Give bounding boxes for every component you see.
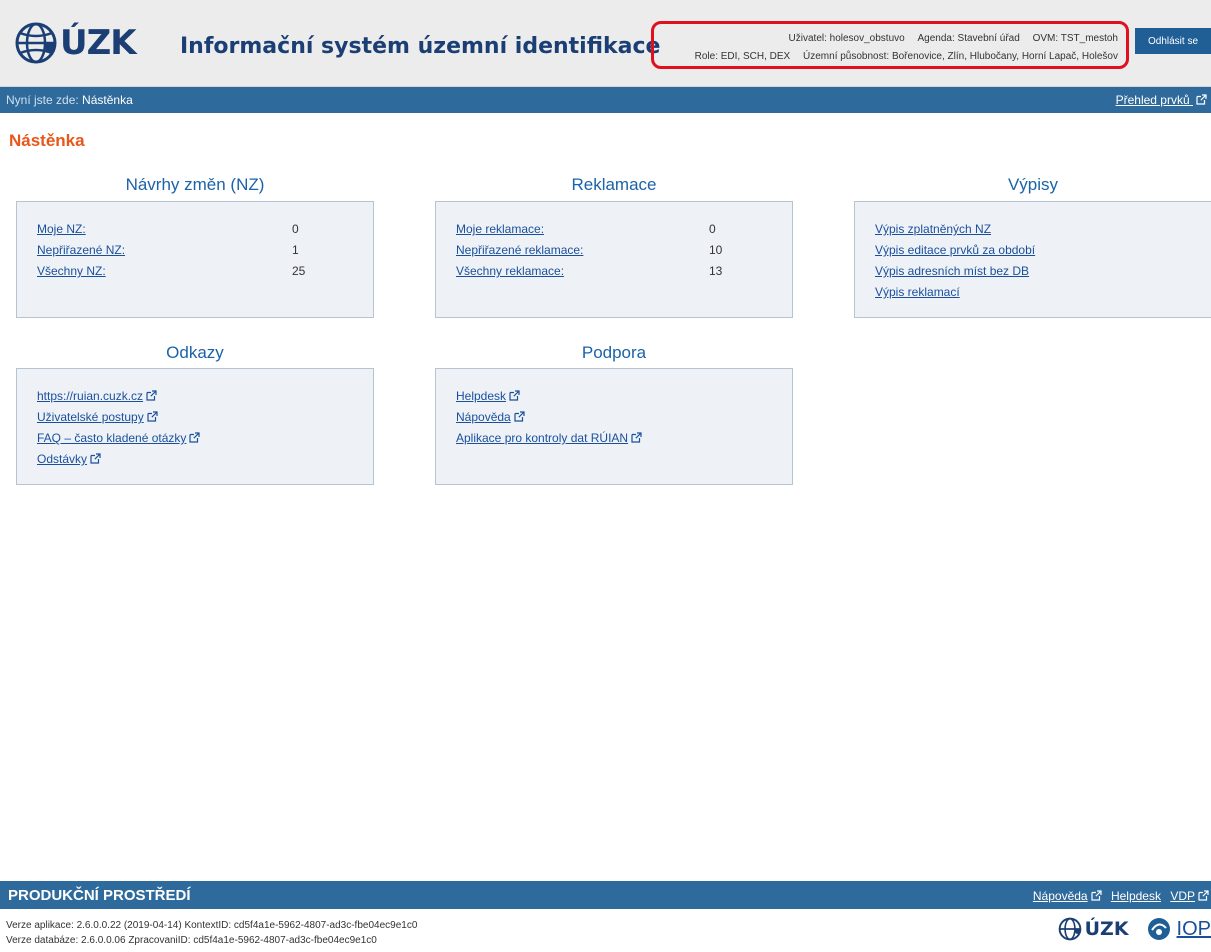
faq-link[interactable]: FAQ – často kladené otázky bbox=[37, 431, 186, 445]
footer-helpdesk-link[interactable]: Helpdesk bbox=[1111, 889, 1161, 903]
external-link-icon bbox=[146, 390, 157, 401]
nz-row-all: Všechny NZ: 25 bbox=[37, 264, 305, 278]
globe-logo-icon bbox=[15, 22, 57, 64]
logout-button[interactable]: Odhlásit se bbox=[1135, 28, 1211, 54]
iss-logo-icon bbox=[1147, 918, 1170, 940]
nz-mine-link[interactable]: Moje NZ: bbox=[37, 222, 86, 236]
card-reklamace: Moje reklamace: 0 Nepřiřazené reklamace:… bbox=[435, 201, 793, 318]
help-link[interactable]: Nápověda bbox=[456, 410, 511, 424]
odkazy-item: Odstávky bbox=[37, 452, 101, 466]
reklamace-all-link[interactable]: Všechny reklamace: bbox=[456, 264, 564, 278]
reklamace-row-all: Všechny reklamace: 13 bbox=[456, 264, 722, 278]
section-title-nz: Návrhy změn (NZ) bbox=[125, 175, 265, 194]
breadcrumb-bar: Nyní jste zde: Nástěnka Přehled prvků bbox=[0, 87, 1211, 113]
section-title-odkazy: Odkazy bbox=[166, 343, 224, 362]
reklamace-unassigned-link[interactable]: Nepřiřazené reklamace: bbox=[456, 243, 583, 257]
external-link-icon bbox=[147, 411, 158, 422]
section-title-vypisy: Výpisy bbox=[1007, 175, 1059, 194]
section-title-reklamace: Reklamace bbox=[571, 175, 657, 194]
element-overview-label: Přehled prvků bbox=[1115, 93, 1190, 107]
vypis-complaints-link[interactable]: Výpis reklamací bbox=[875, 285, 960, 299]
element-overview-link[interactable]: Přehled prvků bbox=[1116, 93, 1207, 107]
ruian-site-link[interactable]: https://ruian.cuzk.cz bbox=[37, 389, 143, 403]
reklamace-mine-link[interactable]: Moje reklamace: bbox=[456, 222, 544, 236]
outages-link[interactable]: Odstávky bbox=[37, 452, 87, 466]
globe-logo-icon bbox=[1058, 917, 1081, 941]
reklamace-all-count: 13 bbox=[709, 264, 723, 278]
footer-help-link[interactable]: Nápověda bbox=[1033, 889, 1102, 903]
user-info-box: Uživatel: holesov_obstuvo Agenda: Staveb… bbox=[651, 21, 1129, 69]
external-link-icon bbox=[90, 453, 101, 464]
section-title-podpora: Podpora bbox=[581, 343, 647, 362]
page-title: Nástěnka bbox=[9, 131, 85, 150]
card-podpora: Helpdesk Nápověda Aplikace pro kontroly … bbox=[435, 368, 793, 485]
vypis-paid-nz-link[interactable]: Výpis zplatněných NZ bbox=[875, 222, 991, 236]
external-link-icon bbox=[1090, 890, 1102, 901]
user-role: Role: EDI, SCH, DEX bbox=[694, 51, 791, 62]
cuzk-logo[interactable]: ÚZK bbox=[14, 18, 137, 68]
vypisy-item: Výpis adresních míst bez DB bbox=[875, 264, 1029, 278]
db-version: Verze databáze: 2.6.0.0.06 ZpracovaniID:… bbox=[6, 935, 377, 946]
app-title: Informační systém územní identifikace bbox=[180, 34, 661, 59]
footer-help-label: Nápověda bbox=[1032, 889, 1088, 903]
vypisy-item: Výpis zplatněných NZ bbox=[875, 222, 991, 236]
user-guides-link[interactable]: Uživatelské postupy bbox=[37, 410, 144, 424]
user-info-line-2: Role: EDI, SCH, DEX Územní působnost: Bo… bbox=[685, 51, 1118, 62]
card-vypisy: Výpis zplatněných NZ Výpis editace prvků… bbox=[854, 201, 1211, 318]
footer-links: Nápověda Helpdesk VDP bbox=[1027, 889, 1209, 903]
external-link-icon bbox=[189, 432, 201, 443]
user-name: Uživatel: holesov_obstuvo bbox=[788, 33, 905, 44]
app-version: Verze aplikace: 2.6.0.0.22 (2019-04-14) … bbox=[6, 920, 418, 931]
ruian-checks-app-link[interactable]: Aplikace pro kontroly dat RÚIAN bbox=[456, 431, 628, 445]
card-odkazy: https://ruian.cuzk.cz Uživatelské postup… bbox=[16, 368, 374, 485]
vypisy-item: Výpis reklamací bbox=[875, 285, 960, 299]
reklamace-row-unassigned: Nepřiřazené reklamace: 10 bbox=[456, 243, 722, 257]
podpora-item: Helpdesk bbox=[456, 389, 520, 403]
footer-logos: ÚZK IOP bbox=[1058, 914, 1211, 944]
reklamace-unassigned-count: 10 bbox=[709, 243, 723, 257]
podpora-item: Nápověda bbox=[456, 410, 525, 424]
external-link-icon bbox=[631, 432, 642, 443]
nz-unassigned-link[interactable]: Nepřiřazené NZ: bbox=[37, 243, 125, 257]
environment-label: PRODUKČNÍ PROSTŘEDÍ bbox=[8, 887, 191, 904]
user-agenda: Agenda: Stavební úřad bbox=[917, 33, 1020, 44]
footer-logo-text: ÚZK bbox=[1084, 918, 1129, 940]
reklamace-mine-count: 0 bbox=[709, 222, 716, 236]
footer-vdp-label: VDP bbox=[1170, 889, 1195, 903]
external-link-icon bbox=[1196, 94, 1207, 105]
vypisy-item: Výpis editace prvků za období bbox=[875, 243, 1035, 257]
external-link-icon bbox=[1198, 890, 1209, 901]
breadcrumb-current: Nástěnka bbox=[82, 93, 133, 107]
breadcrumb: Nyní jste zde: Nástěnka bbox=[6, 93, 133, 107]
breadcrumb-prefix: Nyní jste zde: bbox=[6, 93, 79, 107]
helpdesk-link[interactable]: Helpdesk bbox=[456, 389, 506, 403]
nz-row-unassigned: Nepřiřazené NZ: 1 bbox=[37, 243, 299, 257]
external-link-icon bbox=[509, 390, 520, 401]
nz-mine-count: 0 bbox=[292, 222, 299, 236]
vypis-address-points-link[interactable]: Výpis adresních míst bez DB bbox=[875, 264, 1029, 278]
nz-unassigned-count: 1 bbox=[292, 243, 299, 257]
odkazy-item: https://ruian.cuzk.cz bbox=[37, 389, 157, 403]
vypis-element-edits-link[interactable]: Výpis editace prvků za období bbox=[875, 243, 1035, 257]
odkazy-item: Uživatelské postupy bbox=[37, 410, 158, 424]
logo-text: ÚZK bbox=[60, 23, 137, 63]
odkazy-item: FAQ – často kladené otázky bbox=[37, 431, 201, 445]
nz-all-count: 25 bbox=[292, 264, 306, 278]
external-link-icon bbox=[514, 411, 525, 422]
reklamace-row-mine: Moje reklamace: 0 bbox=[456, 222, 716, 236]
header: ÚZK Informační systém územní identifikac… bbox=[0, 0, 1211, 87]
footer-bar: PRODUKČNÍ PROSTŘEDÍ Nápověda Helpdesk VD… bbox=[0, 881, 1211, 909]
user-info-line-1: Uživatel: holesov_obstuvo Agenda: Staveb… bbox=[779, 33, 1118, 44]
user-ovm: OVM: TST_mestoh bbox=[1032, 33, 1118, 44]
iop-link[interactable]: IOP bbox=[1177, 918, 1211, 941]
user-scope: Územní působnost: Bořenovice, Zlín, Hlub… bbox=[803, 51, 1118, 62]
podpora-item: Aplikace pro kontroly dat RÚIAN bbox=[456, 431, 642, 445]
nz-row-mine: Moje NZ: 0 bbox=[37, 222, 299, 236]
card-nz: Moje NZ: 0 Nepřiřazené NZ: 1 Všechny NZ:… bbox=[16, 201, 374, 318]
footer-vdp-link[interactable]: VDP bbox=[1170, 889, 1209, 903]
nz-all-link[interactable]: Všechny NZ: bbox=[37, 264, 106, 278]
